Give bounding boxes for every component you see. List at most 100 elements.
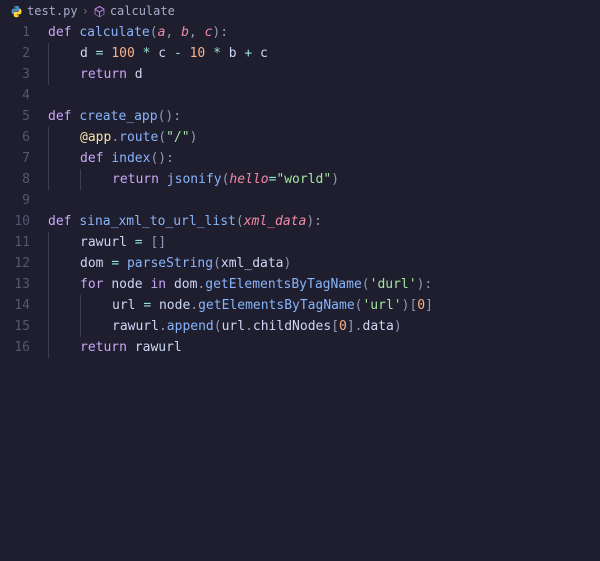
token-pun: ( bbox=[236, 214, 244, 229]
token-op: * bbox=[143, 46, 159, 61]
indent-guide bbox=[48, 127, 49, 148]
token-pun: ) bbox=[394, 319, 402, 334]
breadcrumb-symbol[interactable]: calculate bbox=[110, 4, 175, 18]
indent-guide bbox=[48, 64, 49, 85]
code-line[interactable] bbox=[48, 190, 600, 211]
token-kw: return bbox=[80, 340, 135, 355]
token-var: dom bbox=[80, 256, 111, 271]
python-file-icon bbox=[10, 5, 23, 18]
token-kw: def bbox=[48, 214, 79, 229]
line-number: 13 bbox=[0, 274, 30, 295]
code-line[interactable]: @app.route("/") bbox=[48, 127, 600, 148]
token-var: rawurl bbox=[112, 319, 159, 334]
token-var: d bbox=[80, 46, 96, 61]
code-line[interactable]: rawurl.append(url.childNodes[0].data) bbox=[48, 316, 600, 337]
token-pun: ( bbox=[158, 130, 166, 145]
token-fn: jsonify bbox=[167, 172, 222, 187]
indent-guide bbox=[48, 253, 49, 274]
token-str: "/" bbox=[166, 130, 189, 145]
symbol-method-icon bbox=[93, 5, 106, 18]
token-op: = bbox=[143, 298, 159, 313]
token-kwarg: hello bbox=[229, 172, 268, 187]
token-op: = bbox=[96, 46, 112, 61]
token-op: = bbox=[111, 256, 127, 271]
token-var: dom bbox=[174, 277, 197, 292]
token-var: c bbox=[260, 46, 268, 61]
code-line[interactable]: def index(): bbox=[48, 148, 600, 169]
token-str: 'durl' bbox=[370, 277, 417, 292]
indent-guide bbox=[48, 169, 49, 190]
token-fn: calculate bbox=[79, 25, 149, 40]
line-number: 8 bbox=[0, 169, 30, 190]
token-pun: ) bbox=[331, 172, 339, 187]
token-pun: [ bbox=[331, 319, 339, 334]
token-pun: . bbox=[190, 298, 198, 313]
token-op: - bbox=[174, 46, 190, 61]
token-pun: ( bbox=[362, 277, 370, 292]
line-number: 2 bbox=[0, 43, 30, 64]
line-number: 14 bbox=[0, 295, 30, 316]
code-line[interactable]: return d bbox=[48, 64, 600, 85]
indent-guide bbox=[80, 316, 81, 337]
token-fn: create_app bbox=[79, 109, 157, 124]
token-kw: def bbox=[80, 151, 111, 166]
code-line[interactable]: def create_app(): bbox=[48, 106, 600, 127]
breadcrumb-file[interactable]: test.py bbox=[27, 4, 78, 18]
code-line[interactable]: def sina_xml_to_url_list(xml_data): bbox=[48, 211, 600, 232]
token-var: childNodes bbox=[253, 319, 331, 334]
token-str: "world" bbox=[276, 172, 331, 187]
code-area[interactable]: def calculate(a, b, c):d = 100 * c - 10 … bbox=[44, 22, 600, 561]
token-kw: return bbox=[80, 67, 135, 82]
token-kw: return bbox=[112, 172, 167, 187]
token-var: node bbox=[111, 277, 150, 292]
code-line[interactable] bbox=[48, 85, 600, 106]
token-fn: index bbox=[111, 151, 150, 166]
line-number: 9 bbox=[0, 190, 30, 211]
token-pun: . bbox=[159, 319, 167, 334]
code-line[interactable]: def calculate(a, b, c): bbox=[48, 22, 600, 43]
line-number: 16 bbox=[0, 337, 30, 358]
token-var: b bbox=[229, 46, 245, 61]
token-pun: (): bbox=[150, 151, 173, 166]
line-number: 3 bbox=[0, 64, 30, 85]
indent-guide bbox=[48, 148, 49, 169]
token-kw: def bbox=[48, 109, 79, 124]
line-number: 7 bbox=[0, 148, 30, 169]
line-number: 1 bbox=[0, 22, 30, 43]
token-kw: def bbox=[48, 25, 79, 40]
token-pun: ): bbox=[306, 214, 322, 229]
token-kw: for bbox=[80, 277, 111, 292]
token-pun: )[ bbox=[402, 298, 418, 313]
code-line[interactable]: return rawurl bbox=[48, 337, 600, 358]
token-num: 0 bbox=[339, 319, 347, 334]
line-number: 12 bbox=[0, 253, 30, 274]
token-var: url bbox=[222, 319, 245, 334]
code-editor[interactable]: 12345678910111213141516 def calculate(a,… bbox=[0, 22, 600, 561]
code-line[interactable]: url = node.getElementsByTagName('url')[0… bbox=[48, 295, 600, 316]
token-fn: sina_xml_to_url_list bbox=[79, 214, 236, 229]
token-num: 0 bbox=[417, 298, 425, 313]
token-var: rawurl bbox=[80, 235, 135, 250]
token-prop: getElementsByTagName bbox=[205, 277, 362, 292]
indent-guide bbox=[48, 274, 49, 295]
indent-guide bbox=[48, 232, 49, 253]
breadcrumb[interactable]: test.py › calculate bbox=[0, 0, 600, 22]
token-var: d bbox=[135, 67, 143, 82]
token-pun: ) bbox=[190, 130, 198, 145]
code-line[interactable]: d = 100 * c - 10 * b + c bbox=[48, 43, 600, 64]
line-number: 6 bbox=[0, 127, 30, 148]
token-pun: ): bbox=[212, 25, 228, 40]
token-par: b bbox=[181, 25, 189, 40]
token-pun: ( bbox=[214, 319, 222, 334]
code-line[interactable]: rawurl = [] bbox=[48, 232, 600, 253]
code-line[interactable]: dom = parseString(xml_data) bbox=[48, 253, 600, 274]
token-pun: ( bbox=[150, 25, 158, 40]
token-prop: append bbox=[167, 319, 214, 334]
line-number: 10 bbox=[0, 211, 30, 232]
code-line[interactable]: for node in dom.getElementsByTagName('du… bbox=[48, 274, 600, 295]
token-pun: . bbox=[111, 130, 119, 145]
indent-guide bbox=[48, 295, 49, 316]
token-pun: ( bbox=[213, 256, 221, 271]
code-line[interactable]: return jsonify(hello="world") bbox=[48, 169, 600, 190]
token-pun: ): bbox=[417, 277, 433, 292]
